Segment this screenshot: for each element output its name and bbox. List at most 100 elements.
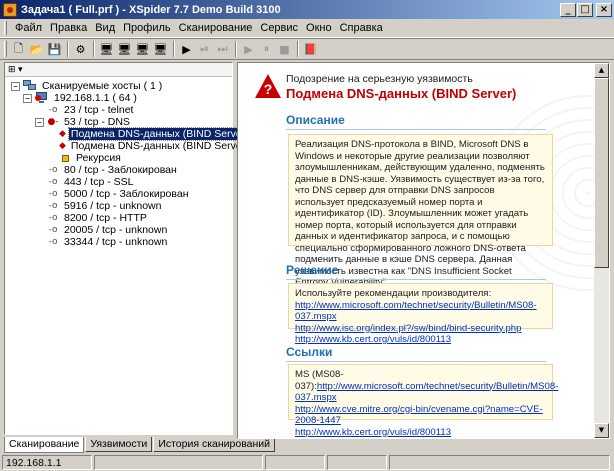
vulnerability-icon: ◆ — [59, 129, 66, 139]
tree-item-label: 23 / tcp - telnet — [64, 104, 134, 116]
menu-file[interactable]: Файл — [12, 20, 47, 36]
menu-window[interactable]: Окно — [303, 20, 337, 36]
app-icon — [3, 2, 17, 17]
port-icon — [47, 200, 59, 212]
tree-item-label: Подмена DNS-данных (BIND Server) — [70, 140, 249, 152]
reference-link[interactable]: http://www.microsoft.com/technet/securit… — [295, 381, 558, 404]
solution-box: Используйте рекомендации производителя: … — [288, 283, 553, 345]
status-panel — [265, 455, 325, 470]
new-icon[interactable]: 🗋 — [10, 41, 27, 58]
section-divider — [286, 129, 546, 130]
hosts-icon — [23, 80, 37, 92]
menu-profile[interactable]: Профиль — [120, 20, 176, 36]
port-vuln-icon: ●- — [47, 117, 59, 127]
toolbar: 🗋 📂 💾 ⚙ 🖥 🖥 🖥 🖥 ▶ ⏯ ⏭ ▶ ⏸ ■ 📕 — [0, 38, 614, 60]
collapse-icon[interactable]: − — [23, 93, 32, 103]
tab-vulnerabilities[interactable]: Уязвимости — [85, 437, 153, 452]
scroll-up-icon[interactable]: ▲ — [594, 63, 609, 78]
remove-host-icon[interactable]: 🖥 — [152, 41, 169, 58]
toolbar-separator — [235, 41, 237, 57]
section-divider — [286, 361, 546, 362]
collapse-icon[interactable]: − — [11, 81, 20, 91]
toolbar-separator — [93, 41, 95, 57]
tree-item[interactable]: Рекурсия — [5, 152, 232, 164]
tree-item[interactable]: ◆ Подмена DNS-данных (BIND Server) — [5, 140, 249, 152]
description-heading: Описание — [286, 113, 345, 127]
tree-item[interactable]: 80 / tcp - Заблокирован — [5, 164, 232, 176]
menu-scan[interactable]: Сканирование — [176, 20, 258, 36]
host-warning-icon — [35, 92, 49, 104]
reference-link[interactable]: http://www.cve.mitre.org/cgi-bin/cvename… — [295, 404, 546, 427]
solution-text: Используйте рекомендации производителя: — [295, 288, 492, 299]
status-bar: 192.168.1.1 — [0, 454, 614, 471]
tree-item[interactable]: 23 / tcp - telnet — [5, 104, 232, 116]
open-icon[interactable]: 📂 — [28, 41, 45, 58]
tree-toolbar: ⊞ ▾ — [5, 63, 232, 77]
tree-item-label: 5000 / tcp - Заблокирован — [64, 188, 189, 200]
description-box: Реализация DNS-протокола в BIND, Microso… — [288, 134, 553, 288]
tree-item[interactable]: 5000 / tcp - Заблокирован — [5, 188, 232, 200]
add-range-icon[interactable]: 🖥 — [116, 41, 133, 58]
solution-link[interactable]: http://www.kb.cert.org/vuls/id/800113 — [295, 334, 546, 346]
solution-heading: Решение — [286, 263, 339, 277]
skip-icon[interactable]: ⏭ — [214, 41, 231, 58]
tree-item[interactable]: − ●- 53 / tcp - DNS — [5, 116, 232, 128]
scroll-down-icon[interactable]: ▼ — [594, 423, 609, 438]
maximize-button[interactable]: □ — [577, 2, 593, 17]
play-icon[interactable]: ▶ — [240, 41, 257, 58]
menu-help[interactable]: Справка — [337, 20, 388, 36]
tab-scanning[interactable]: Сканирование — [4, 437, 85, 453]
scrollbar-thumb[interactable] — [594, 78, 609, 268]
tree-item-label: 80 / tcp - Заблокирован — [64, 164, 177, 176]
save-icon[interactable]: 💾 — [46, 41, 63, 58]
vertical-scrollbar[interactable]: ▲ ▼ — [594, 63, 609, 438]
tree-item[interactable]: 20005 / tcp - unknown — [5, 224, 232, 236]
pause-icon[interactable]: ⏸ — [258, 41, 275, 58]
vuln-header: ? Подозрение на серьезную уязвимость Под… — [254, 72, 516, 101]
window-title: Задача1 ( Full.prf ) - XSpider 7.7 Demo … — [21, 3, 281, 16]
report-icon[interactable]: 📕 — [302, 41, 319, 58]
scan-icon[interactable]: ⚙ — [72, 41, 89, 58]
port-icon — [47, 236, 59, 248]
close-button[interactable]: × — [596, 2, 612, 17]
tree-root-label: Сканируемые хосты ( 1 ) — [42, 80, 163, 92]
menubar-grip[interactable] — [4, 21, 7, 35]
port-icon — [47, 224, 59, 236]
menu-view[interactable]: Вид — [92, 20, 120, 36]
add-host-icon[interactable]: 🖥 — [98, 41, 115, 58]
menu-service[interactable]: Сервис — [257, 20, 303, 36]
tree-host[interactable]: − 192.168.1.1 ( 64 ) — [5, 92, 232, 104]
tree-item-selected[interactable]: ◆ Подмена DNS-данных (BIND Server) — [5, 127, 252, 141]
expand-all-icon[interactable]: ⊞ ▾ — [8, 64, 23, 75]
port-blocked-icon — [47, 164, 59, 176]
tree-root[interactable]: − Сканируемые хосты ( 1 ) — [5, 80, 232, 92]
tree-host-label: 192.168.1.1 ( 64 ) — [54, 92, 137, 104]
solution-link[interactable]: http://www.isc.org/index.pl?/sw/bind/bin… — [295, 323, 546, 335]
vuln-severity: Подозрение на серьезную уязвимость — [286, 73, 473, 85]
title-bar: Задача1 ( Full.prf ) - XSpider 7.7 Demo … — [0, 0, 614, 19]
tree-item[interactable]: 443 / tcp - SSL — [5, 176, 232, 188]
tree-item[interactable]: 5916 / tcp - unknown — [5, 200, 232, 212]
scan-tree-pane: ⊞ ▾ − Сканируемые хосты ( 1 ) − 192.168.… — [4, 62, 252, 435]
collapse-icon[interactable]: − — [35, 117, 44, 127]
reference-link[interactable]: http://www.kb.cert.org/vuls/id/800113 — [295, 427, 546, 439]
step-icon[interactable]: ⏯ — [196, 41, 213, 58]
stop-icon[interactable]: ■ — [276, 41, 293, 58]
tree-item[interactable]: 8200 / tcp - HTTP — [5, 212, 232, 224]
port-icon — [47, 176, 59, 188]
info-icon — [62, 154, 69, 162]
view-tabs: Сканирование Уязвимости История сканиров… — [4, 437, 276, 453]
port-blocked-icon — [47, 188, 59, 200]
detail-pane: ? Подозрение на серьезную уязвимость Под… — [237, 62, 610, 439]
tree-item[interactable]: 33344 / tcp - unknown — [5, 236, 232, 248]
edit-host-icon[interactable]: 🖥 — [134, 41, 151, 58]
solution-link[interactable]: http://www.microsoft.com/technet/securit… — [295, 300, 546, 323]
start-scan-icon[interactable]: ▶ — [178, 41, 195, 58]
tab-scan-history[interactable]: История сканирований — [153, 437, 276, 452]
toolbar-separator — [297, 41, 299, 57]
status-panel — [388, 455, 610, 470]
toolbar-grip[interactable] — [4, 41, 7, 57]
tree-item-label: Подмена DNS-данных (BIND Server) — [67, 127, 252, 141]
menu-edit[interactable]: Правка — [47, 20, 92, 36]
minimize-button[interactable]: _ — [560, 2, 576, 17]
